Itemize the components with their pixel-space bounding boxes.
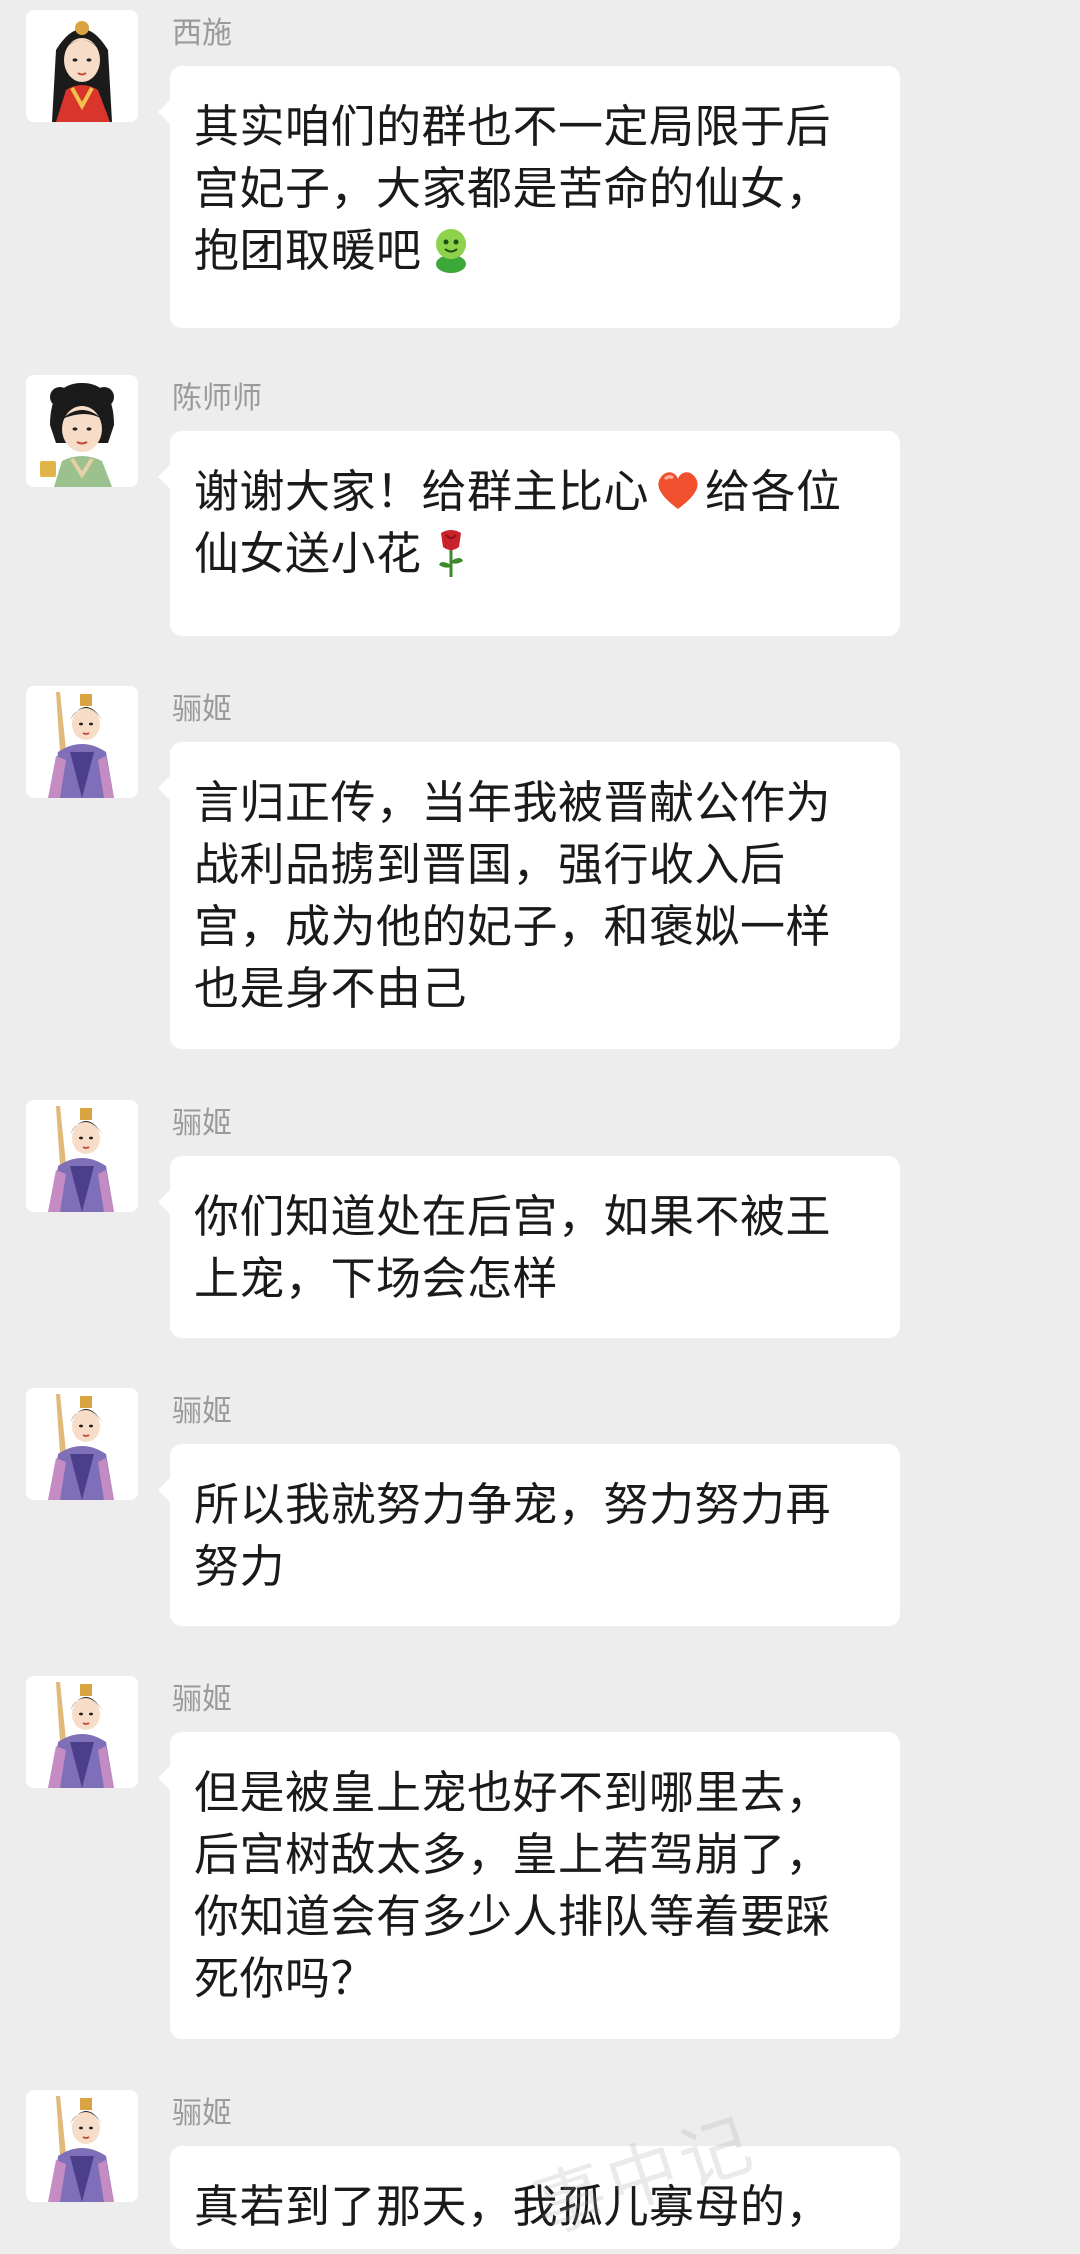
message-text: 其实咱们的群也不一定局限于后宫妃子，大家都是苦命的仙女，抱团取暖吧 (194, 100, 832, 277)
message-text: 你们知道处在后宫，如果不被王上宠，下场会怎样 (194, 1190, 832, 1305)
message-bubble[interactable]: 所以我就努力争宠，努力努力再努力 (158, 1444, 900, 1626)
sender-name: 骊姬 (172, 1682, 232, 1717)
message-bubble[interactable]: 谢谢大家！给群主比心 给各位仙女送小花 (158, 431, 900, 636)
sender-name: 骊姬 (172, 1394, 232, 1429)
sender-name: 骊姬 (172, 692, 232, 727)
sender-name: 骊姬 (172, 2096, 232, 2131)
message-text: 所以我就努力争宠，努力努力再努力 (194, 1478, 832, 1593)
chenshishi-avatar-icon[interactable] (26, 375, 138, 487)
sender-name: 陈师师 (172, 381, 262, 416)
message-bubble[interactable]: 言归正传，当年我被晋献公作为战利品掳到晋国，强行收入后宫，成为他的妃子，和褒姒一… (158, 742, 900, 1049)
message-bubble[interactable]: 你们知道处在后宫，如果不被王上宠，下场会怎样 (158, 1156, 900, 1338)
sender-name: 西施 (172, 16, 232, 51)
sender-name: 骊姬 (172, 1106, 232, 1141)
message-text: 言归正传，当年我被晋献公作为战利品掳到晋国，强行收入后宫，成为他的妃子，和褒姒一… (194, 776, 832, 1015)
rose-emoji (424, 525, 478, 579)
message-bubble[interactable]: 其实咱们的群也不一定局限于后宫妃子，大家都是苦命的仙女，抱团取暖吧 (158, 66, 900, 328)
liji-avatar-icon[interactable] (26, 1388, 138, 1500)
liji-avatar-icon[interactable] (26, 2090, 138, 2202)
chat-thread: 西施 其实咱们的群也不一定局限于后宫妃子，大家都是苦命的仙女，抱团取暖吧 陈师师… (0, 0, 1080, 2250)
liji-avatar-icon[interactable] (26, 1100, 138, 1212)
liji-avatar-icon[interactable] (26, 1676, 138, 1788)
message-text: 但是被皇上宠也好不到哪里去，后宫树敌太多，皇上若驾崩了，你知道会有多少人排队等着… (194, 1766, 832, 2005)
liji-avatar-icon[interactable] (26, 686, 138, 798)
message-text-part: 谢谢大家！给群主比心 (194, 465, 650, 518)
message-bubble[interactable]: 但是被皇上宠也好不到哪里去，后宫树敌太多，皇上若驾崩了，你知道会有多少人排队等着… (158, 1732, 900, 2039)
heart-emoji (651, 463, 705, 517)
xishi-avatar-icon[interactable] (26, 10, 138, 122)
smiley-face-emoji (424, 222, 478, 276)
